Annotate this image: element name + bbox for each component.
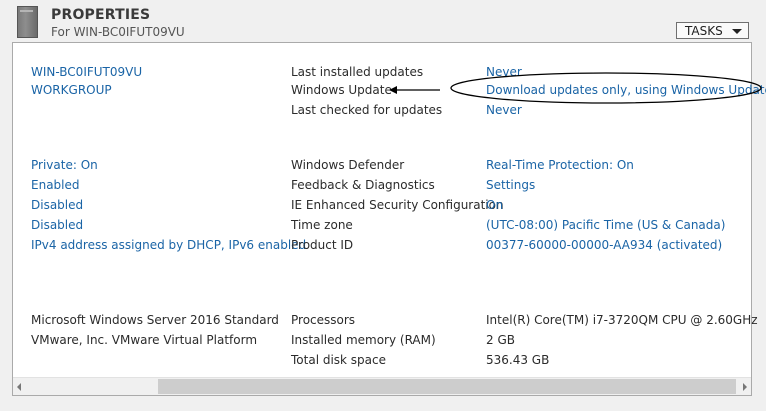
- ethernet-link[interactable]: IPv4 address assigned by DHCP, IPv6 enab…: [31, 238, 306, 252]
- windows-update-label: Windows Update: [291, 83, 392, 97]
- windows-defender-label: Windows Defender: [291, 158, 405, 172]
- computer-name-link[interactable]: WIN-BC0IFUT09VU: [31, 65, 142, 79]
- properties-header: PROPERTIES For WIN-BC0IFUT09VU TASKS: [0, 0, 766, 42]
- windows-update-value[interactable]: Download updates only, using Windows Upd…: [486, 83, 766, 97]
- last-installed-updates-value[interactable]: Never: [486, 65, 522, 79]
- hardware-info-text: VMware, Inc. VMware Virtual Platform: [31, 333, 258, 347]
- installed-memory-value: 2 GB: [486, 333, 515, 347]
- time-zone-label: Time zone: [291, 218, 353, 232]
- scroll-left-icon[interactable]: [17, 383, 21, 391]
- total-disk-space-label: Total disk space: [291, 353, 387, 367]
- remote-desktop-link[interactable]: Disabled: [31, 198, 83, 212]
- tasks-label: TASKS: [685, 24, 723, 38]
- ie-esc-label: IE Enhanced Security Configuration: [291, 198, 504, 212]
- feedback-diagnostics-label: Feedback & Diagnostics: [291, 178, 435, 192]
- tasks-button[interactable]: TASKS: [676, 22, 749, 39]
- last-checked-updates-value[interactable]: Never: [486, 103, 522, 117]
- chevron-down-icon: [732, 29, 742, 34]
- remote-management-link[interactable]: Enabled: [31, 178, 80, 192]
- os-version-text: Microsoft Windows Server 2016 Standard: [31, 313, 279, 327]
- workgroup-link[interactable]: WORKGROUP: [31, 83, 112, 97]
- page-subtitle: For WIN-BC0IFUT09VU: [51, 25, 185, 39]
- firewall-link[interactable]: Private: On: [31, 158, 98, 172]
- windows-defender-value[interactable]: Real-Time Protection: On: [486, 158, 634, 172]
- last-installed-updates-label: Last installed updates: [291, 65, 424, 79]
- feedback-diagnostics-value[interactable]: Settings: [486, 178, 535, 192]
- properties-panel: WIN-BC0IFUT09VU WORKGROUP Last installed…: [12, 42, 766, 396]
- ie-esc-value[interactable]: On: [486, 198, 503, 212]
- horizontal-scrollbar[interactable]: [13, 377, 751, 395]
- time-zone-value[interactable]: (UTC-08:00) Pacific Time (US & Canada): [486, 218, 725, 232]
- processors-label: Processors: [291, 313, 356, 327]
- page-title: PROPERTIES: [51, 7, 151, 23]
- scroll-right-icon[interactable]: [743, 383, 747, 391]
- nic-teaming-link[interactable]: Disabled: [31, 218, 83, 232]
- server-icon: [17, 6, 38, 38]
- product-id-label: Product ID: [291, 238, 354, 252]
- product-id-value[interactable]: 00377-60000-00000-AA934 (activated): [486, 238, 722, 252]
- total-disk-space-value: 536.43 GB: [486, 353, 550, 367]
- processors-value: Intel(R) Core(TM) i7-3720QM CPU @ 2.60GH…: [486, 313, 758, 327]
- installed-memory-label: Installed memory (RAM): [291, 333, 436, 347]
- last-checked-updates-label: Last checked for updates: [291, 103, 443, 117]
- scrollbar-thumb[interactable]: [158, 379, 736, 394]
